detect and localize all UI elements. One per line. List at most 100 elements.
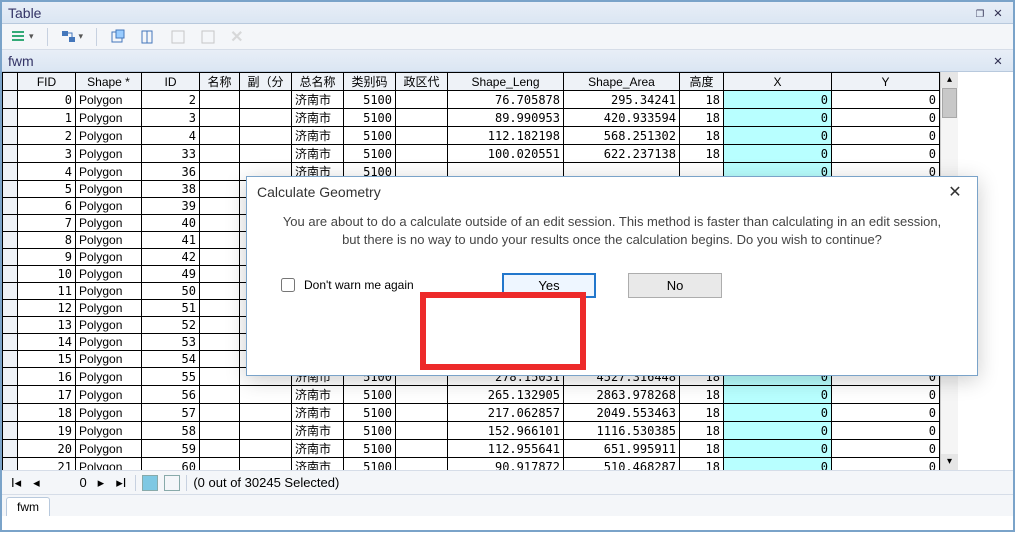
cell-len[interactable]: 217.062857 [448,404,564,422]
cell-id[interactable]: 57 [142,404,200,422]
cell-fid[interactable]: 18 [18,404,76,422]
column-header[interactable]: Shape_Area [564,73,680,91]
cell-fid[interactable]: 4 [18,163,76,181]
cell-id[interactable]: 51 [142,300,200,317]
cell-shape[interactable]: Polygon [76,163,142,181]
cell-zong[interactable]: 济南市 [292,440,344,458]
cell-id[interactable]: 49 [142,266,200,283]
column-header[interactable]: 高度 [680,73,724,91]
cell-sub[interactable] [240,145,292,163]
column-header[interactable]: Shape_Leng [448,73,564,91]
cell-sub[interactable] [240,91,292,109]
cell-zq[interactable] [396,440,448,458]
cell-x[interactable]: 0 [724,404,832,422]
cell-fid[interactable]: 0 [18,91,76,109]
cell-id[interactable]: 59 [142,440,200,458]
column-header[interactable]: FID [18,73,76,91]
column-header[interactable]: X [724,73,832,91]
cell-shape[interactable]: Polygon [76,109,142,127]
next-record-button[interactable]: ▸ [95,475,108,491]
cell-fid[interactable]: 11 [18,283,76,300]
close-table-icon[interactable]: ✕ [989,53,1007,69]
cell-shape[interactable]: Polygon [76,351,142,368]
cell-shape[interactable]: Polygon [76,386,142,404]
cell-y[interactable]: 0 [832,458,940,471]
cell-shape[interactable]: Polygon [76,317,142,334]
cell-sub[interactable] [240,386,292,404]
cell-area[interactable]: 651.995911 [564,440,680,458]
table-row[interactable]: 18Polygon57济南市5100217.0628572049.5534631… [3,404,940,422]
delete-button[interactable]: ✕ [227,25,246,49]
cell-name[interactable] [200,404,240,422]
cell-code[interactable]: 5100 [344,386,396,404]
cell-zong[interactable]: 济南市 [292,422,344,440]
show-selected-icon[interactable] [164,475,180,491]
cell-id[interactable]: 38 [142,181,200,198]
cell-id[interactable]: 50 [142,283,200,300]
cell-len[interactable]: 152.966101 [448,422,564,440]
cell-y[interactable]: 0 [832,386,940,404]
cell-fid[interactable]: 13 [18,317,76,334]
cell-name[interactable] [200,458,240,471]
cell-sub[interactable] [240,440,292,458]
cell-area[interactable]: 1116.530385 [564,422,680,440]
cell-shape[interactable]: Polygon [76,300,142,317]
cell-name[interactable] [200,440,240,458]
cell-code[interactable]: 5100 [344,422,396,440]
cell-zq[interactable] [396,422,448,440]
first-record-button[interactable]: I◂ [8,475,24,491]
cell-shape[interactable]: Polygon [76,334,142,351]
cell-len[interactable]: 89.990953 [448,109,564,127]
cell-zong[interactable]: 济南市 [292,458,344,471]
select-button[interactable] [197,27,219,47]
cell-zong[interactable]: 济南市 [292,145,344,163]
cell-fid[interactable]: 15 [18,351,76,368]
column-header[interactable]: ID [142,73,200,91]
cell-shape[interactable]: Polygon [76,404,142,422]
cell-name[interactable] [200,145,240,163]
tab-fwm[interactable]: fwm [6,497,50,516]
cell-area[interactable]: 295.34241 [564,91,680,109]
cell-name[interactable] [200,232,240,249]
column-header[interactable]: 名称 [200,73,240,91]
cell-name[interactable] [200,300,240,317]
cell-name[interactable] [200,163,240,181]
cell-zq[interactable] [396,109,448,127]
cell-shape[interactable]: Polygon [76,458,142,471]
cell-code[interactable]: 5100 [344,440,396,458]
cell-fid[interactable]: 14 [18,334,76,351]
cell-name[interactable] [200,198,240,215]
column-header[interactable]: Shape * [76,73,142,91]
cell-x[interactable]: 0 [724,458,832,471]
column-header[interactable]: Y [832,73,940,91]
cell-y[interactable]: 0 [832,145,940,163]
cell-sub[interactable] [240,458,292,471]
cell-hd[interactable]: 18 [680,91,724,109]
table-options-button[interactable]: ▾ [8,27,37,47]
cell-id[interactable]: 56 [142,386,200,404]
cell-len[interactable]: 76.705878 [448,91,564,109]
cell-hd[interactable]: 18 [680,404,724,422]
yes-button[interactable]: Yes [502,273,596,298]
cell-hd[interactable]: 18 [680,440,724,458]
cell-id[interactable]: 60 [142,458,200,471]
cell-x[interactable]: 0 [724,127,832,145]
cell-id[interactable]: 42 [142,249,200,266]
cell-fid[interactable]: 2 [18,127,76,145]
cell-area[interactable]: 420.933594 [564,109,680,127]
restore-icon[interactable]: ❐ [971,5,989,21]
cell-y[interactable]: 0 [832,404,940,422]
cell-shape[interactable]: Polygon [76,266,142,283]
cell-id[interactable]: 36 [142,163,200,181]
cell-fid[interactable]: 20 [18,440,76,458]
cell-fid[interactable]: 5 [18,181,76,198]
cell-id[interactable]: 4 [142,127,200,145]
cell-shape[interactable]: Polygon [76,440,142,458]
cell-zq[interactable] [396,91,448,109]
cell-hd[interactable]: 18 [680,127,724,145]
cell-shape[interactable]: Polygon [76,283,142,300]
cell-fid[interactable]: 8 [18,232,76,249]
record-position-input[interactable] [49,474,89,491]
cell-x[interactable]: 0 [724,440,832,458]
cell-id[interactable]: 54 [142,351,200,368]
